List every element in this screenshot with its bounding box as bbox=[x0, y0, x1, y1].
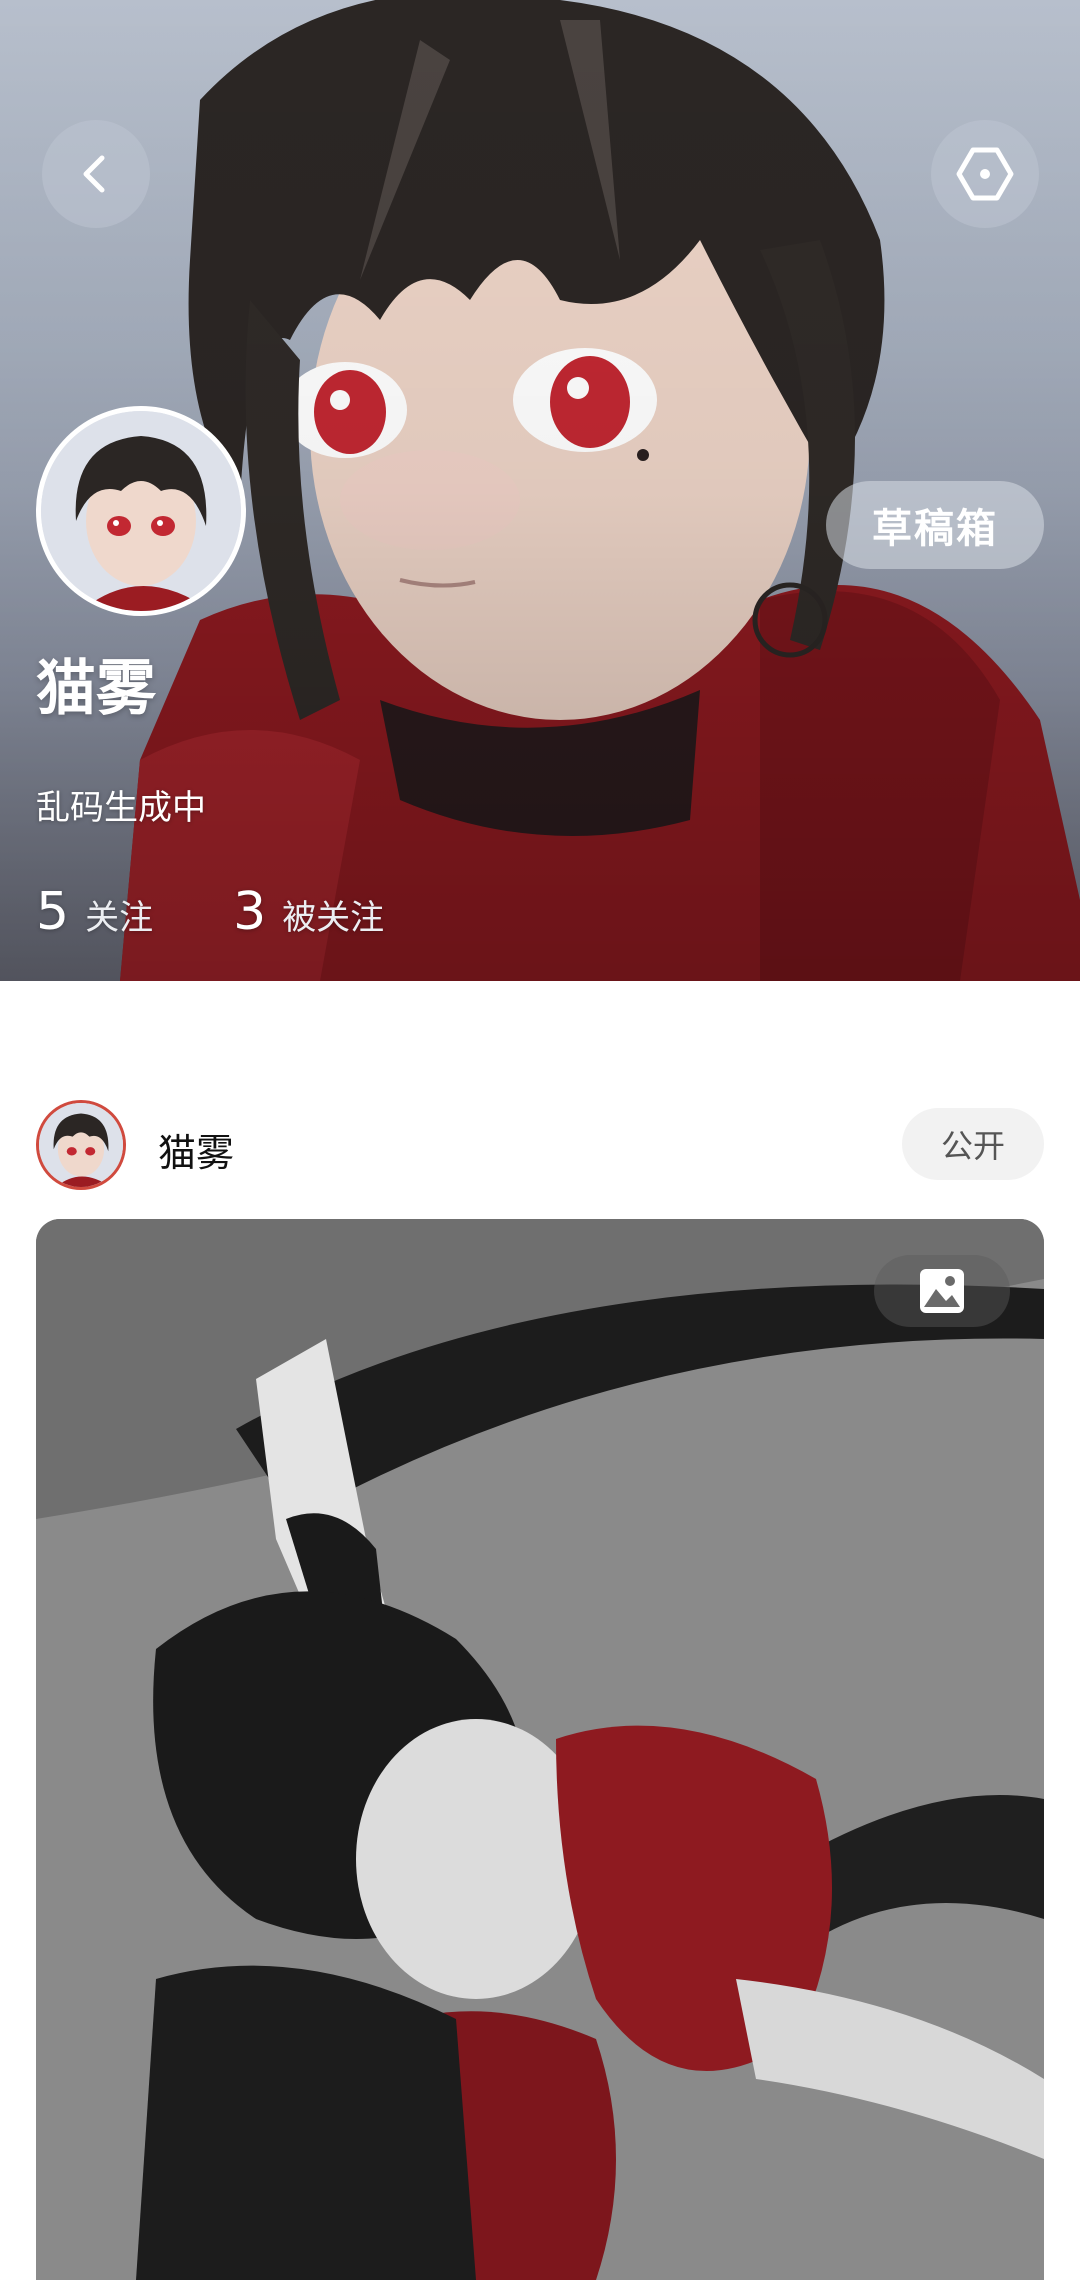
drafts-button[interactable]: 草稿箱 bbox=[826, 481, 1044, 569]
visibility-badge[interactable]: 公开 bbox=[902, 1108, 1044, 1180]
following-label: 关注 bbox=[85, 898, 154, 938]
avatar-image bbox=[39, 1103, 123, 1187]
hexagon-settings-icon bbox=[956, 147, 1014, 201]
back-button[interactable] bbox=[42, 120, 150, 228]
image-icon bbox=[920, 1269, 964, 1313]
post-image[interactable] bbox=[36, 1219, 1044, 2280]
follow-stats: 5 关注 3 被关注 bbox=[36, 882, 384, 942]
profile-username: 猫雾 bbox=[36, 654, 156, 724]
settings-button[interactable] bbox=[931, 120, 1039, 228]
followers-stat[interactable]: 3 被关注 bbox=[233, 882, 384, 942]
profile-bio: 乱码生成中 bbox=[36, 788, 206, 828]
post-illustration bbox=[36, 1219, 1044, 2280]
post-header: 猫雾 公开 bbox=[36, 1100, 1044, 1192]
followers-label: 被关注 bbox=[282, 898, 385, 938]
image-type-badge bbox=[874, 1255, 1010, 1327]
following-stat[interactable]: 5 关注 bbox=[36, 882, 153, 942]
chevron-left-icon bbox=[83, 155, 105, 193]
profile-avatar[interactable] bbox=[36, 406, 246, 616]
following-count: 5 bbox=[36, 882, 70, 942]
post-author-name[interactable]: 猫雾 bbox=[158, 1122, 234, 1177]
post-author-avatar[interactable] bbox=[36, 1100, 126, 1190]
followers-count: 3 bbox=[233, 882, 267, 942]
avatar-image bbox=[41, 411, 241, 611]
